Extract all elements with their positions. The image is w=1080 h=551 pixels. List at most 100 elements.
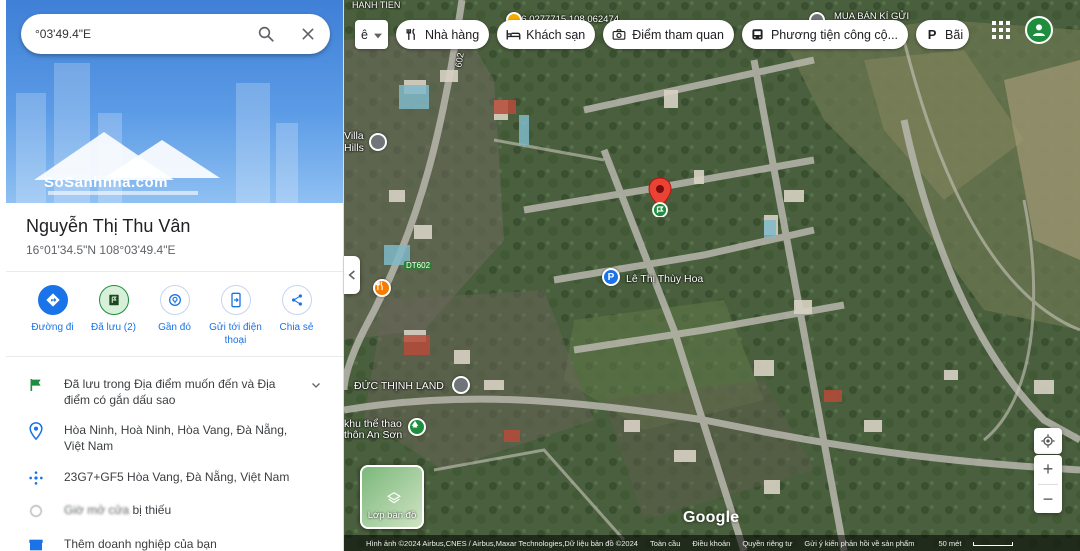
house-roof-shape — [104, 140, 220, 178]
send-to-phone-icon — [220, 285, 251, 315]
hours-blurred-label: Giờ mở cửa — [64, 503, 130, 517]
action-bar: Đường đi Đã lưu (2) Gần đó Gửi tới điện … — [22, 285, 332, 347]
hotel-icon — [505, 27, 521, 43]
close-icon[interactable] — [296, 22, 320, 46]
share-icon — [281, 285, 312, 315]
collapse-panel-button[interactable] — [344, 256, 360, 294]
photo-building — [236, 83, 270, 203]
parking-icon: P — [927, 27, 937, 42]
attractions-chip[interactable]: Điểm tham quan — [603, 20, 734, 49]
divider — [6, 356, 343, 357]
layers-label: Lớp bản đồ — [367, 510, 417, 521]
villa-hills-poi[interactable] — [369, 133, 387, 151]
camera-icon — [611, 27, 627, 43]
parking-chip[interactable]: P Bãi — [916, 20, 970, 49]
satellite-imagery[interactable] — [344, 0, 1080, 551]
hotels-chip[interactable]: Khách sạn — [497, 20, 596, 49]
avatar[interactable] — [1025, 16, 1053, 44]
road-shield-dt602: DT602 — [404, 261, 433, 270]
privacy-link[interactable]: Quyền riêng tư — [742, 539, 792, 548]
layers-button[interactable]: Lớp bản đồ — [360, 465, 424, 529]
flag-icon — [26, 376, 46, 394]
search-input[interactable] — [35, 24, 255, 44]
add-business-text: Thêm doanh nghiệp của bạn — [64, 537, 217, 551]
parking-label: Bãi — [945, 27, 964, 42]
scale-bar — [973, 541, 1014, 546]
saved-icon — [98, 285, 129, 315]
search-icon[interactable] — [254, 22, 278, 46]
plus-code-row[interactable]: 23G7+GF5 Hòa Vang, Đà Nẵng, Việt Nam — [26, 469, 326, 487]
divider — [6, 271, 343, 272]
map-label-villa-hills: Villa Hills — [344, 130, 364, 154]
global-link[interactable]: Toàn cầu — [650, 539, 680, 548]
restaurant-icon — [404, 27, 420, 43]
place-header: Nguyễn Thị Thu Vân 16°01'34.5"N 108°03'4… — [26, 216, 190, 257]
place-coordinates: 16°01'34.5"N 108°03'49.4"E — [26, 243, 176, 257]
terms-link[interactable]: Điều khoản — [692, 539, 730, 548]
park-poi-icon[interactable] — [408, 418, 426, 436]
nearby-label: Gần đó — [158, 322, 191, 333]
transit-label: Phương tiện công cộ... — [770, 27, 899, 42]
photo-building — [276, 123, 298, 203]
clock-icon — [26, 502, 46, 520]
apps-grid-icon[interactable] — [992, 21, 1010, 44]
chevron-down-icon — [373, 28, 382, 42]
place-title: Nguyễn Thị Thu Vân — [26, 216, 191, 236]
plus-code-text: 23G7+GF5 Hòa Vang, Đà Nẵng, Việt Nam — [64, 470, 290, 484]
scale-label[interactable]: 50 mét — [926, 538, 1014, 548]
duc-thinh-poi[interactable] — [452, 376, 470, 394]
map-label-sports: khu thể thao thôn An Sơn — [344, 418, 403, 441]
nearby-icon — [159, 285, 190, 315]
restaurant-poi-icon[interactable] — [373, 279, 391, 297]
store-icon — [26, 536, 46, 551]
map-label-le-thi: Lê Thị Thùy Hoa — [626, 273, 704, 285]
attractions-label: Điểm tham quan — [632, 27, 724, 42]
map-footer: Hình ảnh ©2024 Airbus,CNES / Airbus,Maxa… — [344, 535, 1080, 551]
map-label-top: HANH TIEN — [352, 0, 401, 10]
transit-chip[interactable]: Phương tiện công cộ... — [741, 20, 909, 49]
nearby-button[interactable]: Gần đó — [144, 285, 205, 347]
add-business-row[interactable]: Thêm doanh nghiệp của bạn — [26, 536, 326, 551]
address-text: Hòa Ninh, Hoà Ninh, Hòa Vang, Đà Nẵng, V… — [64, 423, 288, 453]
plus-code-icon — [26, 469, 46, 487]
bus-icon — [750, 27, 766, 43]
hours-row[interactable]: Giờ mở cửa bị thiếu — [26, 502, 326, 520]
saved-button[interactable]: Đã lưu (2) — [83, 285, 144, 347]
parking-poi-icon[interactable]: P — [602, 268, 620, 286]
location-pin-icon — [26, 422, 46, 440]
directions-icon — [37, 285, 68, 315]
attribution-text: Hình ảnh ©2024 Airbus,CNES / Airbus,Maxa… — [366, 538, 638, 548]
directions-label: Đường đi — [31, 322, 74, 333]
photo-watermark-underline — [48, 191, 198, 195]
directions-button[interactable]: Đường đi — [22, 285, 83, 347]
send-to-phone-button[interactable]: Gửi tới điện thoại — [205, 285, 266, 347]
map-label-duc-thinh: ĐỨC THỊNH LAND — [354, 380, 444, 392]
satellite-map[interactable]: Villa Hills HANH TIEN 602 DT602 16 02777… — [344, 0, 1080, 551]
language-dropdown[interactable]: ê — [355, 20, 388, 49]
scale-text: 50 mét — [938, 538, 962, 548]
search-box[interactable] — [21, 14, 330, 54]
saved-lists-row[interactable]: Đã lưu trong Địa điểm muốn đến và Địa đi… — [26, 376, 326, 408]
restaurants-chip[interactable]: Nhà hàng — [395, 20, 490, 49]
my-location-icon — [1041, 434, 1055, 448]
share-label: Chia sẻ — [279, 322, 314, 333]
chevron-left-icon — [348, 270, 355, 280]
zoom-control: + − — [1034, 455, 1062, 513]
zoom-in-button[interactable]: + — [1034, 455, 1062, 484]
zoom-out-button[interactable]: − — [1034, 485, 1062, 514]
saved-lists-text: Đã lưu trong Địa điểm muốn đến và Địa đi… — [64, 377, 276, 407]
hours-text: Giờ mở cửa bị thiếu — [64, 502, 171, 518]
category-chips: ê Nhà hàng Khách sạn Điểm tham quan Phươ… — [355, 20, 970, 50]
photo-watermark-logo: SoSanhnha.com — [44, 174, 169, 191]
hours-missing-label: bị thiếu — [132, 503, 172, 517]
saved-label: Đã lưu (2) — [90, 322, 137, 333]
chevron-down-icon[interactable] — [310, 378, 322, 396]
google-logo: Google — [683, 509, 740, 526]
send-to-phone-label: Gửi tới điện thoại — [209, 322, 262, 346]
address-row[interactable]: Hòa Ninh, Hoà Ninh, Hòa Vang, Đà Nẵng, V… — [26, 422, 326, 454]
feedback-link[interactable]: Gửi ý kiến phản hồi về sản phẩm — [804, 539, 914, 548]
share-button[interactable]: Chia sẻ — [266, 285, 327, 347]
restaurants-label: Nhà hàng — [424, 27, 480, 42]
hotels-label: Khách sạn — [526, 27, 586, 42]
my-location-button[interactable] — [1034, 428, 1062, 454]
